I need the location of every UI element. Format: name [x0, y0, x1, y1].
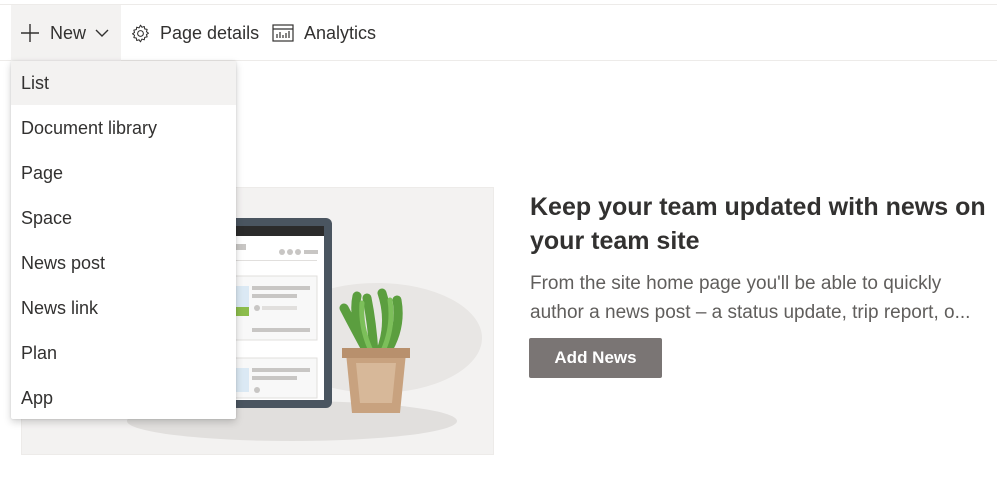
plus-icon — [20, 23, 40, 43]
menu-item-space[interactable]: Space — [11, 196, 236, 240]
menu-item-document-library[interactable]: Document library — [11, 106, 236, 150]
new-button-label: New — [50, 22, 87, 43]
menu-item-label: News post — [21, 252, 106, 273]
menu-item-app[interactable]: App — [11, 376, 236, 420]
menu-item-label: News link — [21, 297, 99, 318]
menu-item-page[interactable]: Page — [11, 151, 236, 195]
menu-item-label: Space — [21, 207, 73, 228]
analytics-button[interactable]: Analytics — [272, 5, 376, 61]
menu-item-label: List — [21, 72, 50, 93]
menu-item-label: App — [21, 387, 54, 408]
add-news-button[interactable]: Add News — [529, 338, 662, 378]
page-details-button[interactable]: Page details — [130, 5, 259, 61]
command-bar: New Page details Analytics — [0, 5, 997, 61]
menu-item-plan[interactable]: Plan — [11, 331, 236, 375]
news-placeholder-title: Keep your team updated with news on your… — [530, 193, 986, 255]
menu-item-label: Document library — [21, 117, 158, 138]
menu-item-label: Page — [21, 162, 64, 183]
analytics-chart-icon — [272, 24, 294, 42]
gear-icon — [130, 23, 151, 44]
menu-item-news-post[interactable]: News post — [11, 241, 236, 285]
news-placeholder-description: From the site home page you'll be able t… — [530, 273, 971, 323]
chevron-down-icon — [95, 28, 109, 38]
new-button[interactable]: New — [11, 5, 121, 61]
menu-item-list[interactable]: List — [11, 61, 236, 105]
new-dropdown-menu: List Document library Page Space News po… — [11, 61, 236, 419]
page-details-label: Page details — [160, 22, 260, 43]
menu-item-label: Plan — [21, 342, 58, 363]
analytics-label: Analytics — [304, 22, 377, 43]
menu-item-news-link[interactable]: News link — [11, 286, 236, 330]
